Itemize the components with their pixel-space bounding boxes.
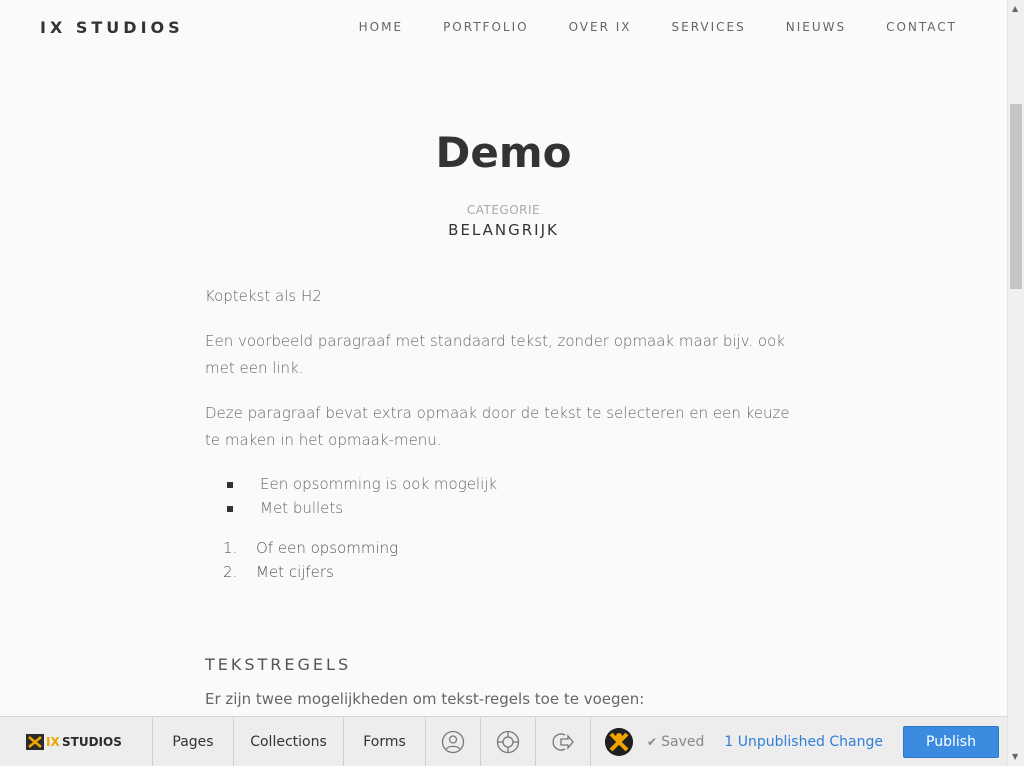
user-button[interactable] [426,717,481,766]
scroll-thumb[interactable] [1010,104,1022,289]
paragraph: Een voorbeeld paragraaf met standaard te… [205,332,785,377]
list-item: Een opsomming is ook mogelijk [225,472,795,496]
vertical-scrollbar[interactable]: ▲ ▼ [1007,0,1024,766]
svg-text:IX: IX [46,735,60,749]
scroll-down-arrow-icon[interactable]: ▼ [1012,752,1018,761]
bullet-list: Een opsomming is ook mogelijk Met bullet… [225,472,795,520]
unpublished-changes-link[interactable]: 1 Unpublished Change [724,734,883,750]
list-item: Met bullets [225,496,795,520]
nav-nieuws[interactable]: NIEUWS [786,20,846,34]
svg-text:STUDIOS: STUDIOS [62,735,122,749]
forms-button[interactable]: Forms [344,717,426,766]
exit-icon [552,732,574,751]
list-number: 1. [223,539,238,557]
category-value[interactable]: BELANGRIJK [0,221,1007,239]
category-label: CATEGORIE [466,203,541,217]
avatar-logo-icon [605,727,634,756]
heading-h2: Koptekst als H2 [205,287,322,305]
site-header: IX STUDIOS HOME PORTFOLIO OVER IX SERVIC… [0,0,1007,56]
checkmark-icon: ✔ [647,734,658,749]
user-icon [441,730,465,753]
pages-button[interactable]: Pages [153,717,234,766]
main-nav: HOME PORTFOLIO OVER IX SERVICES NIEUWS C… [319,20,957,34]
avatar[interactable] [605,727,634,756]
nav-contact[interactable]: CONTACT [886,20,957,34]
nav-services[interactable]: SERVICES [672,20,746,34]
publish-button[interactable]: Publish [903,725,999,758]
saved-status: ✔ Saved [647,734,704,750]
list-number: 2. [223,563,238,581]
scroll-up-arrow-icon[interactable]: ▲ [1012,4,1018,13]
list-item: 1. Of een opsomming [223,536,795,560]
site-logo[interactable]: IX STUDIOS [40,18,184,37]
help-lifebuoy-icon [496,730,520,753]
article-body: Koptekst als H2 Een voorbeeld paragraaf … [205,283,795,584]
help-button[interactable] [481,717,536,766]
nav-home[interactable]: HOME [359,20,403,34]
collections-button[interactable]: Collections [234,717,344,766]
nav-portfolio[interactable]: PORTFOLIO [443,20,529,34]
list-item: 2. Met cijfers [223,560,795,584]
page-title: Demo [435,128,572,177]
editor-status-area: ✔ Saved 1 Unpublished Change Publish [591,717,1007,766]
editor-logo[interactable]: IX STUDIOS [0,717,153,766]
list-item-text: Of een opsomming [256,539,399,557]
paragraph: Deze paragraaf bevat extra opmaak door d… [205,404,790,449]
editor-toolbar: IX STUDIOS Pages Collections Forms ✔ Sav… [0,716,1007,766]
list-item-text: Met cijfers [256,563,334,581]
section-paragraph: Er zijn twee mogelijkheden om tekst-rege… [205,690,645,708]
ixstudios-logo-icon: IX STUDIOS [26,733,122,750]
exit-button[interactable] [536,717,591,766]
numbered-list: 1. Of een opsomming 2. Met cijfers [223,536,795,584]
saved-label: Saved [661,733,705,750]
nav-over-ix[interactable]: OVER IX [569,20,632,34]
section-heading: TEKSTREGELS [205,655,352,674]
